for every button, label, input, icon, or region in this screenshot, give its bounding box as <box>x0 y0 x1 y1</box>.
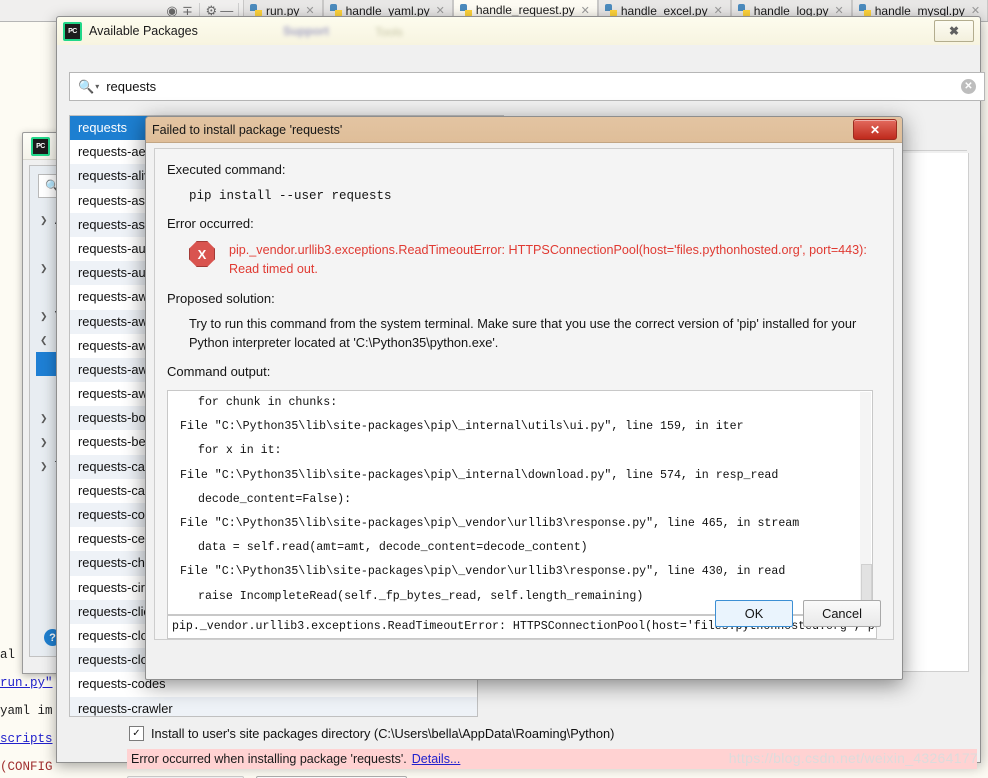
blurred-title-artifact: Tools <box>375 25 404 39</box>
install-to-user-checkbox[interactable]: ✓ <box>129 726 144 741</box>
chevron-right-icon: ❯ <box>40 262 48 273</box>
install-error-dialog: Failed to install package 'requests' ✕ E… <box>145 116 903 680</box>
bg-code-line: yaml im <box>0 704 53 718</box>
command-output-line: File "C:\Python35\lib\site-packages\pip\… <box>180 565 786 579</box>
chevron-right-icon: ❯ <box>40 310 48 321</box>
command-output-heading: Command output: <box>167 364 271 379</box>
chevron-right-icon: ❯ <box>40 214 48 225</box>
close-icon[interactable]: ✖ <box>934 20 974 42</box>
error-dialog-title: Failed to install package 'requests' <box>152 122 343 137</box>
install-to-user-label: Install to user's site packages director… <box>151 726 615 741</box>
clear-search-icon[interactable]: ✕ <box>961 79 976 94</box>
command-output-line: File "C:\Python35\lib\site-packages\pip\… <box>180 420 744 434</box>
bg-code-line: (CONFIG <box>0 760 53 774</box>
command-output-line: File "C:\Python35\lib\site-packages\pip\… <box>180 517 800 531</box>
screen-root: al run.py" yaml im scripts (CONFIG ◉ ∓ ⚙… <box>0 0 988 778</box>
command-output-line: decode_content=False): <box>198 492 352 506</box>
command-output-line: for x in it: <box>198 444 282 458</box>
bg-code-line: al <box>0 648 16 662</box>
error-message-row: X pip._vendor.urllib3.exceptions.ReadTim… <box>189 241 893 279</box>
bg-code-line: run.py" <box>0 676 53 690</box>
chevron-right-icon: ❯ <box>40 460 48 471</box>
command-output-line: for chunk in chunks: <box>198 396 338 409</box>
blurred-title-artifact: Support <box>283 24 329 38</box>
available-packages-title: Available Packages <box>89 24 198 38</box>
error-message-text: pip._vendor.urllib3.exceptions.ReadTimeo… <box>229 243 867 276</box>
executed-command-heading: Executed command: <box>167 162 286 177</box>
bg-code-line: scripts <box>0 732 53 746</box>
error-dialog-body: Executed command: pip install --user req… <box>154 148 894 640</box>
proposed-solution-text: Try to run this command from the system … <box>189 316 857 350</box>
error-stop-icon: X <box>189 241 215 267</box>
cancel-button[interactable]: Cancel <box>803 600 881 627</box>
command-output-line: data = self.read(amt=amt, decode_content… <box>198 541 588 555</box>
error-dialog-title-bar: Failed to install package 'requests' ✕ <box>146 117 902 143</box>
close-icon[interactable]: ✕ <box>853 119 897 140</box>
error-details-link[interactable]: Details... <box>412 752 461 766</box>
command-output-scrollbar[interactable] <box>860 392 872 614</box>
package-search-value: requests <box>106 79 157 94</box>
command-output-line: File "C:\Python35\lib\site-packages\pip\… <box>180 468 779 482</box>
proposed-solution-heading: Proposed solution: <box>167 291 275 306</box>
available-packages-title-bar: PC Available Packages Support Tools ✖ <box>57 17 980 46</box>
search-icon[interactable]: 🔍 ▾ <box>78 79 99 95</box>
error-dialog-buttons: OK Cancel <box>715 600 881 627</box>
package-search-input[interactable]: 🔍 ▾ requests ✕ <box>69 72 985 101</box>
watermark-text: https://blog.csdn.net/weixin_43264177 <box>728 750 978 766</box>
package-list-item[interactable]: requests-crawler <box>70 696 477 716</box>
executed-command-text: pip install --user requests <box>189 189 392 203</box>
error-status-text: Error occurred when installing package '… <box>131 752 407 766</box>
chevron-right-icon: ❯ <box>40 436 48 447</box>
chevron-down-icon: ❮ <box>40 334 48 345</box>
ok-button[interactable]: OK <box>715 600 793 627</box>
install-to-user-site-row[interactable]: ✓ Install to user's site packages direct… <box>129 726 614 741</box>
chevron-right-icon: ❯ <box>40 412 48 423</box>
pycharm-logo-icon: PC <box>31 136 50 156</box>
error-occurred-heading: Error occurred: <box>167 216 254 231</box>
command-output-box[interactable]: for chunk in chunks: File "C:\Python35\l… <box>167 390 873 615</box>
pycharm-logo-icon: PC <box>63 21 82 41</box>
